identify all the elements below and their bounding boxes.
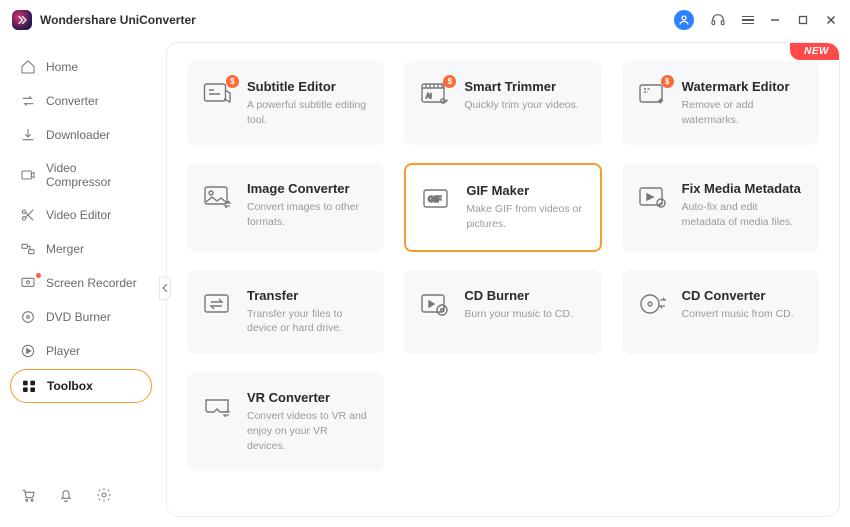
tool-card-subtitle-editor[interactable]: $ Subtitle Editor A powerful subtitle ed… xyxy=(187,61,384,145)
cd-burn-icon xyxy=(420,290,450,318)
tool-desc: Make GIF from videos or pictures. xyxy=(466,202,583,231)
premium-badge-icon: $ xyxy=(661,75,674,88)
sidebar-item-converter[interactable]: Converter xyxy=(10,85,152,117)
sidebar-item-label: Home xyxy=(46,60,78,74)
watermark-icon: $ xyxy=(638,81,668,109)
account-icon[interactable] xyxy=(674,10,694,30)
tool-title: Watermark Editor xyxy=(682,79,803,94)
tool-desc: Burn your music to CD. xyxy=(464,307,573,322)
gif-icon: GIF xyxy=(422,185,452,213)
tool-desc: Convert music from CD. xyxy=(682,307,794,322)
sidebar-item-label: DVD Burner xyxy=(46,310,111,324)
play-icon xyxy=(20,343,36,359)
tool-card-fix-media-metadata[interactable]: Fix Media Metadata Auto-fix and edit met… xyxy=(622,163,819,251)
sidebar-item-label: Merger xyxy=(46,242,84,256)
premium-badge-icon: $ xyxy=(443,75,456,88)
maximize-button[interactable] xyxy=(796,13,810,27)
sidebar-item-label: Player xyxy=(46,344,80,358)
tool-title: CD Converter xyxy=(682,288,794,303)
download-icon xyxy=(20,127,36,143)
menu-icon[interactable] xyxy=(742,16,754,25)
disc-icon xyxy=(20,309,36,325)
premium-badge-icon: $ xyxy=(226,75,239,88)
app-logo xyxy=(12,10,32,30)
tool-desc: Quickly trim your videos. xyxy=(464,98,578,113)
tool-title: Smart Trimmer xyxy=(464,79,578,94)
subtitle-icon: $ xyxy=(203,81,233,109)
tool-card-vr-converter[interactable]: VR Converter Convert videos to VR and en… xyxy=(187,372,384,471)
merge-icon xyxy=(20,241,36,257)
tool-title: Transfer xyxy=(247,288,368,303)
headset-icon[interactable] xyxy=(708,10,728,30)
sidebar-collapse-button[interactable] xyxy=(159,276,171,300)
transfer-icon xyxy=(203,290,233,318)
sidebar: Home Converter Downloader Video Compress… xyxy=(0,40,162,527)
gear-icon[interactable] xyxy=(96,487,112,503)
tool-card-watermark-editor[interactable]: $ Watermark Editor Remove or add waterma… xyxy=(622,61,819,145)
sidebar-item-toolbox[interactable]: Toolbox xyxy=(10,369,152,403)
tool-title: Fix Media Metadata xyxy=(682,181,803,196)
tool-title: Subtitle Editor xyxy=(247,79,368,94)
tool-desc: Remove or add watermarks. xyxy=(682,98,803,127)
tool-title: Image Converter xyxy=(247,181,368,196)
sidebar-item-label: Toolbox xyxy=(47,379,93,393)
sidebar-item-home[interactable]: Home xyxy=(10,51,152,83)
tool-card-cd-converter[interactable]: CD Converter Convert music from CD. xyxy=(622,270,819,354)
home-icon xyxy=(20,59,36,75)
bell-icon[interactable] xyxy=(58,487,74,503)
sidebar-item-label: Converter xyxy=(46,94,99,108)
tool-card-cd-burner[interactable]: CD Burner Burn your music to CD. xyxy=(404,270,601,354)
tool-card-gif-maker[interactable]: GIF GIF Maker Make GIF from videos or pi… xyxy=(404,163,601,251)
sidebar-item-merger[interactable]: Merger xyxy=(10,233,152,265)
tool-desc: Transfer your files to device or hard dr… xyxy=(247,307,368,336)
notification-dot-icon xyxy=(36,273,41,278)
sidebar-item-screen-recorder[interactable]: Screen Recorder xyxy=(10,267,152,299)
tool-card-image-converter[interactable]: Image Converter Convert images to other … xyxy=(187,163,384,251)
sidebar-item-dvd-burner[interactable]: DVD Burner xyxy=(10,301,152,333)
close-button[interactable] xyxy=(824,13,838,27)
image-icon xyxy=(203,183,233,211)
tool-desc: Auto-fix and edit metadata of media file… xyxy=(682,200,803,229)
metadata-icon xyxy=(638,183,668,211)
new-badge: NEW xyxy=(790,43,839,60)
vr-icon xyxy=(203,392,233,420)
tool-desc: A powerful subtitle editing tool. xyxy=(247,98,368,127)
svg-text:AI: AI xyxy=(426,94,432,100)
tool-desc: Convert videos to VR and enjoy on your V… xyxy=(247,409,368,453)
scissors-icon xyxy=(20,207,36,223)
trimmer-icon: AI $ xyxy=(420,81,450,109)
titlebar: Wondershare UniConverter xyxy=(0,0,850,40)
tool-card-smart-trimmer[interactable]: AI $ Smart Trimmer Quickly trim your vid… xyxy=(404,61,601,145)
sidebar-item-video-editor[interactable]: Video Editor xyxy=(10,199,152,231)
tool-title: VR Converter xyxy=(247,390,368,405)
sidebar-item-label: Video Editor xyxy=(46,208,111,222)
minimize-button[interactable] xyxy=(768,13,782,27)
cart-icon[interactable] xyxy=(20,487,36,503)
toolbox-icon xyxy=(21,378,37,394)
tool-title: CD Burner xyxy=(464,288,573,303)
sidebar-item-video-compressor[interactable]: Video Compressor xyxy=(10,153,152,197)
compress-icon xyxy=(20,167,36,183)
app-title: Wondershare UniConverter xyxy=(40,13,196,27)
svg-text:GIF: GIF xyxy=(428,195,441,204)
main-panel: NEW $ Subtitle Editor A powerful subtitl… xyxy=(166,42,840,517)
sidebar-item-downloader[interactable]: Downloader xyxy=(10,119,152,151)
sidebar-item-label: Video Compressor xyxy=(46,161,142,189)
converter-icon xyxy=(20,93,36,109)
sidebar-item-label: Screen Recorder xyxy=(46,276,137,290)
sidebar-item-label: Downloader xyxy=(46,128,110,142)
tool-desc: Convert images to other formats. xyxy=(247,200,368,229)
tool-card-transfer[interactable]: Transfer Transfer your files to device o… xyxy=(187,270,384,354)
cd-convert-icon xyxy=(638,290,668,318)
sidebar-item-player[interactable]: Player xyxy=(10,335,152,367)
record-icon xyxy=(20,275,36,291)
tool-title: GIF Maker xyxy=(466,183,583,198)
